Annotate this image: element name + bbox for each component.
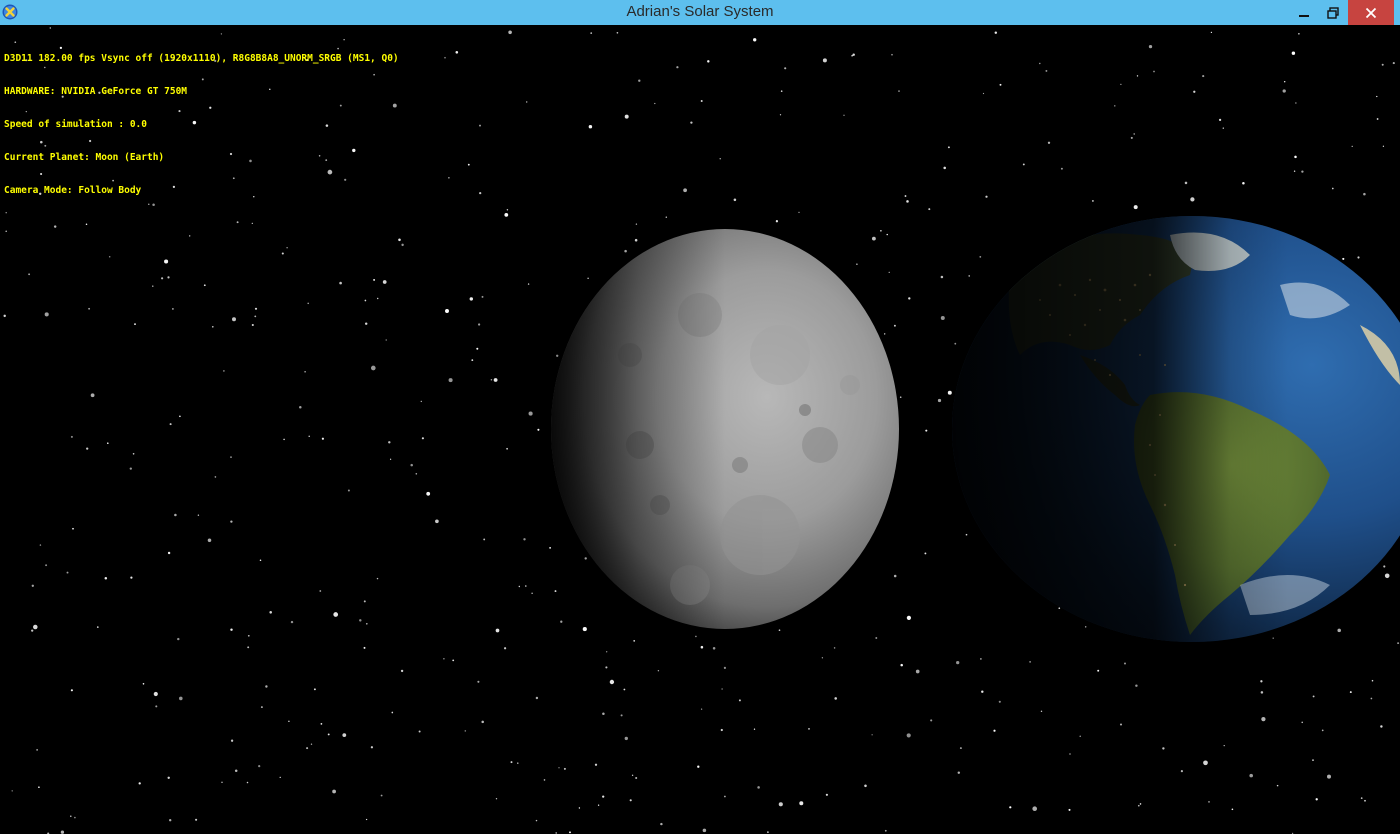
hud-planet-line: Current Planet: Moon (Earth) [4,152,165,163]
hud-fps-line: D3D11 182.00 fps Vsync off (1920x1110), … [4,53,399,64]
title-bar[interactable]: Adrian's Solar System [0,0,1400,25]
app-window: Adrian's Solar System D3D11 182.00 fps V… [0,0,1400,834]
close-button[interactable] [1348,0,1394,25]
hud-hardware-line: HARDWARE: NVIDIA GeForce GT 750M [4,86,188,97]
render-viewport[interactable]: D3D11 182.00 fps Vsync off (1920x1110), … [0,25,1400,834]
restore-icon [1327,6,1339,19]
restore-button[interactable] [1318,0,1348,25]
earth-body [952,216,1400,642]
hud-camera-line: Camera Mode: Follow Body [4,185,142,196]
minimize-icon [1299,14,1309,17]
hud-speed-line: Speed of simulation : 0.0 [4,119,147,130]
minimize-button[interactable] [1290,0,1318,25]
close-icon [1365,7,1377,18]
window-title: Adrian's Solar System [626,3,774,20]
moon-body [551,229,899,629]
debug-hud: D3D11 182.00 fps Vsync off (1920x1110), … [4,31,399,218]
